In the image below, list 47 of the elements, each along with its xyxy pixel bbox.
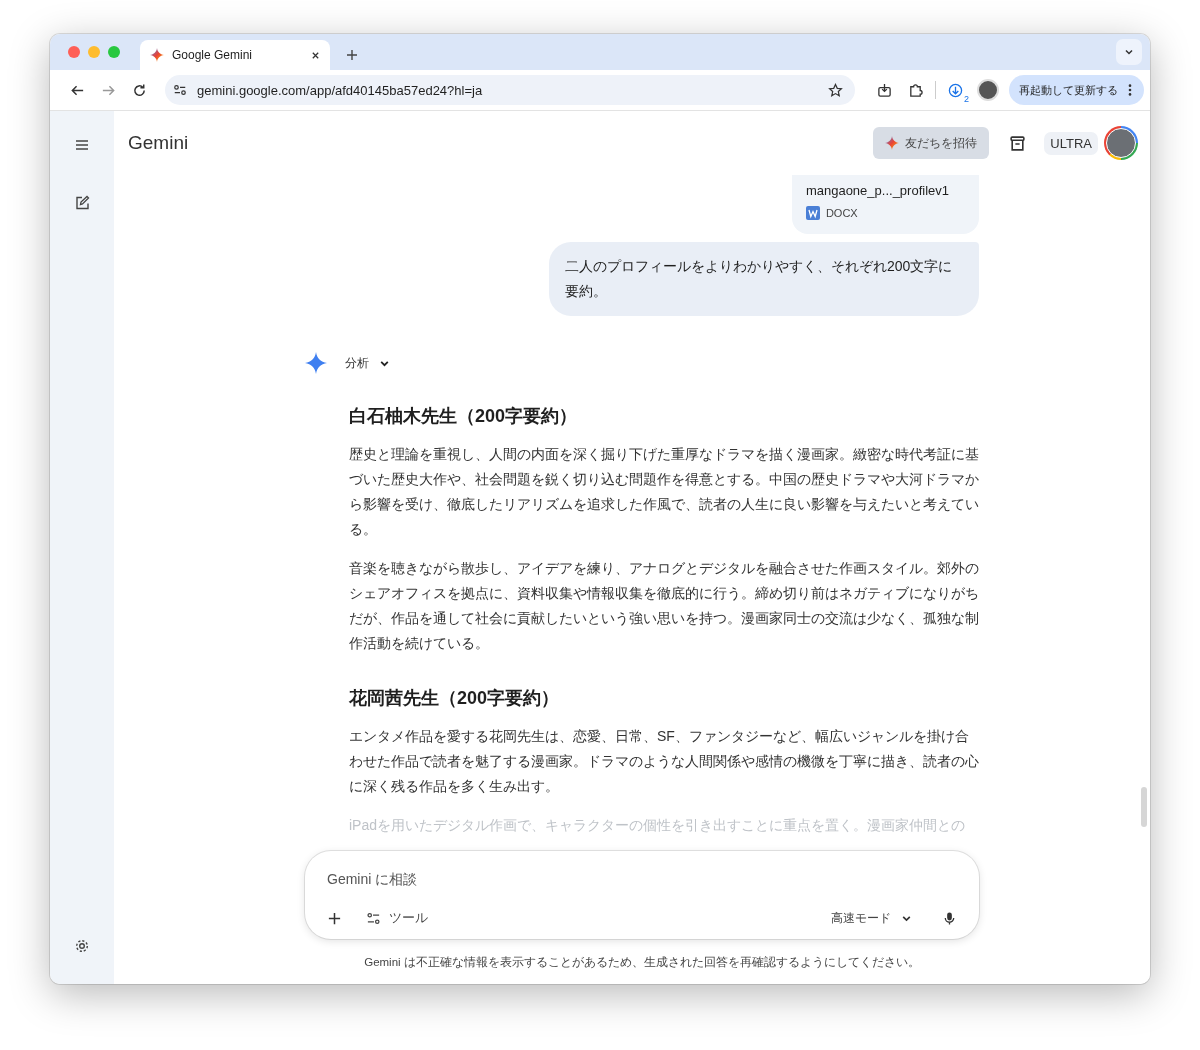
- thinking-toggle[interactable]: 分析: [345, 354, 390, 372]
- prompt-input[interactable]: Gemini に相談: [327, 867, 957, 891]
- sparkle-icon: [150, 48, 164, 62]
- menu-icon[interactable]: [74, 137, 90, 153]
- archive-icon[interactable]: [1009, 134, 1027, 152]
- plan-badge: ULTRA: [1044, 131, 1098, 155]
- bookmark-star-icon[interactable]: [828, 82, 843, 98]
- response-paragraph: 音楽を聴きながら散歩し、アイデアを練り、アナログとデジタルを融合させた作画スタイル。郊外のシェアオフィスを拠点に、資料収集や情報収集を徹底的に行う。締め切り前はネガティブになりがちだが、作品を通して社会に貢献したいという強い思いを持つ。漫画家同士の交流は少なく、孤独な制作活動を続けている。: [349, 559, 979, 653]
- mode-dropdown[interactable]: 高速モード: [831, 909, 912, 927]
- response-paragraph: エンタメ作品を愛する花岡先生は、恋愛、日常、SF、ファンタジーなど、幅広いジャンルを掛け合わせた作品で読者を魅了する漫画家。ドラマのような人間関係や感情の機微を丁寧に描き、読者の心に深く残る作品を多く生み出す。: [349, 727, 979, 796]
- tools-button[interactable]: ツール: [366, 909, 428, 927]
- document-icon: [805, 206, 820, 220]
- invite-button[interactable]: 友だちを招待: [873, 127, 990, 159]
- sliders-icon: [366, 910, 381, 926]
- reload-icon[interactable]: [132, 82, 147, 98]
- file-name: mangaone_p..._profilev1: [805, 183, 949, 198]
- profile-avatar[interactable]: [977, 79, 999, 101]
- file-attachment-card[interactable]: mangaone_p..._profilev1 DOCX: [791, 175, 979, 234]
- response-paragraph: 歴史と理論を重視し、人間の内面を深く掘り下げた重厚なドラマを描く漫画家。緻密な時代考証に基づいた歴史大作や、社会問題を鋭く切り込む問題作を得意とする。中国の歴史ドラマや大河ドラマから影響を受け、徹底したリアリズムを追求した作風で、読者の人生に良い影響を与えたいと考えている。: [349, 445, 979, 539]
- edit-icon[interactable]: [74, 195, 90, 211]
- settings-icon[interactable]: [74, 938, 90, 954]
- more-icon[interactable]: [1128, 83, 1132, 97]
- add-icon[interactable]: [327, 910, 342, 926]
- microphone-icon[interactable]: [942, 910, 957, 926]
- close-tab-icon[interactable]: [311, 50, 320, 60]
- response-paragraph: iPadを用いたデジタル作画で、キャラクターの個性を引き出すことに重点を置く。漫画家仲間との: [349, 816, 967, 835]
- extension-tray-icon[interactable]: [877, 82, 892, 98]
- sparkle-icon: [885, 136, 900, 150]
- update-button[interactable]: 再起動して更新する: [1009, 75, 1144, 105]
- user-message: 二人のプロフィールをよりわかりやすく、それぞれ200文字に要約。: [549, 242, 979, 316]
- section-heading: 白石柚木先生（200字要約）: [349, 405, 579, 428]
- site-settings-icon[interactable]: [173, 83, 187, 97]
- address-bar[interactable]: gemini.google.com/app/afd40145ba57ed24?hl=ja: [165, 75, 855, 105]
- disclaimer-text: Gemini は不正確な情報を表示することがあるため、生成された回答を再確認するようにしてください。: [363, 955, 921, 971]
- scrollbar[interactable]: [1141, 787, 1147, 827]
- download-count: 2: [964, 93, 969, 104]
- prompt-box[interactable]: Gemini に相談 ツール 高速モード: [305, 851, 979, 939]
- app-title: Gemini: [128, 132, 189, 154]
- chevron-down-icon: [1124, 47, 1134, 57]
- file-type: DOCX: [825, 207, 858, 219]
- account-avatar[interactable]: [1104, 126, 1138, 160]
- puzzle-icon[interactable]: [908, 82, 923, 98]
- new-tab-icon[interactable]: [346, 49, 358, 61]
- section-heading: 花岡茜先生（200字要約）: [349, 687, 561, 710]
- browser-tab[interactable]: Google Gemini: [140, 40, 330, 70]
- sparkle-icon: [305, 352, 327, 374]
- download-icon[interactable]: [948, 82, 963, 98]
